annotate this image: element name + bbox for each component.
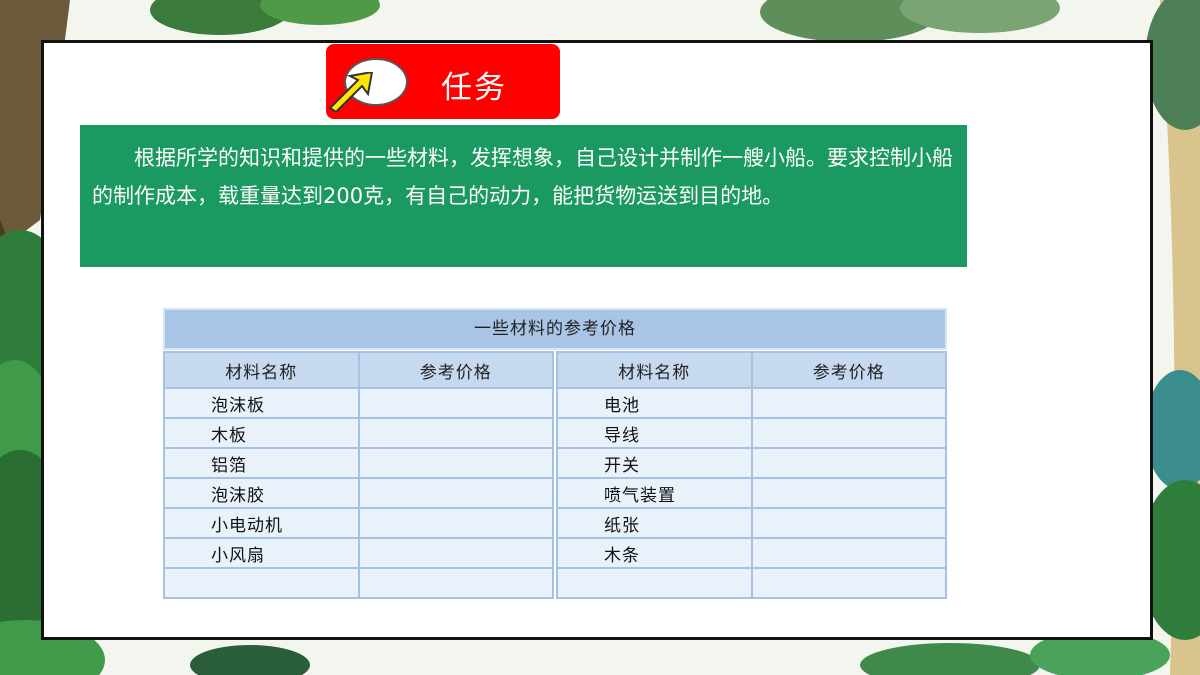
table-row: 纸张 <box>556 507 947 539</box>
material-cell <box>556 567 753 599</box>
price-cell <box>750 447 947 479</box>
price-cell <box>750 477 947 509</box>
material-cell: 纸张 <box>556 507 753 539</box>
table-row: 木板 <box>163 417 554 449</box>
material-cell: 小电动机 <box>163 507 360 539</box>
table-row: 导线 <box>556 417 947 449</box>
arrow-icon <box>328 72 374 112</box>
table-left-half: 材料名称 参考价格 泡沫板 木板 铝箔 泡沫胶 小电动机 小风扇 <box>163 351 554 599</box>
price-cell <box>750 417 947 449</box>
header-material-name: 材料名称 <box>556 351 753 389</box>
table-row: 小电动机 <box>163 507 554 539</box>
material-cell: 导线 <box>556 417 753 449</box>
price-cell <box>357 387 554 419</box>
price-cell <box>750 507 947 539</box>
material-cell: 泡沫板 <box>163 387 360 419</box>
price-cell <box>750 537 947 569</box>
material-cell: 木条 <box>556 537 753 569</box>
material-cell: 开关 <box>556 447 753 479</box>
price-cell <box>750 387 947 419</box>
task-tag: 任务 <box>326 44 560 119</box>
header-material-name: 材料名称 <box>163 351 360 389</box>
table-row: 喷气装置 <box>556 477 947 509</box>
price-cell <box>357 567 554 599</box>
material-cell: 泡沫胶 <box>163 477 360 509</box>
header-reference-price: 参考价格 <box>750 351 947 389</box>
table-row: 泡沫胶 <box>163 477 554 509</box>
price-cell <box>357 417 554 449</box>
price-cell <box>750 567 947 599</box>
price-cell <box>357 477 554 509</box>
description-text: 根据所学的知识和提供的一些材料，发挥想象，自己设计并制作一艘小船。要求控制小船的… <box>92 146 953 208</box>
materials-price-table: 一些材料的参考价格 材料名称 参考价格 泡沫板 木板 铝箔 泡沫胶 小电动机 小… <box>163 308 947 602</box>
material-cell: 电池 <box>556 387 753 419</box>
price-cell <box>357 537 554 569</box>
table-row <box>163 567 554 599</box>
table-row: 电池 <box>556 387 947 419</box>
price-cell <box>357 447 554 479</box>
table-row: 小风扇 <box>163 537 554 569</box>
task-description: 根据所学的知识和提供的一些材料，发挥想象，自己设计并制作一艘小船。要求控制小船的… <box>80 125 967 267</box>
table-row <box>556 567 947 599</box>
price-cell <box>357 507 554 539</box>
material-cell: 铝箔 <box>163 447 360 479</box>
table-right-half: 材料名称 参考价格 电池 导线 开关 喷气装置 纸张 木条 <box>556 351 947 599</box>
material-cell: 小风扇 <box>163 537 360 569</box>
table-row: 开关 <box>556 447 947 479</box>
material-cell <box>163 567 360 599</box>
material-cell: 木板 <box>163 417 360 449</box>
table-title: 一些材料的参考价格 <box>163 308 947 350</box>
header-reference-price: 参考价格 <box>357 351 554 389</box>
table-row: 泡沫板 <box>163 387 554 419</box>
table-row: 木条 <box>556 537 947 569</box>
task-label: 任务 <box>441 70 507 106</box>
table-row: 铝箔 <box>163 447 554 479</box>
material-cell: 喷气装置 <box>556 477 753 509</box>
